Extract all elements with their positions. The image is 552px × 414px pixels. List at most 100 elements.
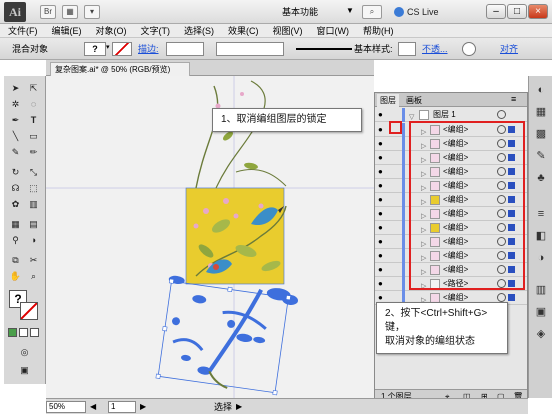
symbols-icon[interactable]: ♣ — [533, 170, 549, 186]
prev-artboard-icon[interactable]: ◀ — [90, 401, 96, 413]
lock-icon[interactable] — [390, 278, 400, 290]
blend-icon[interactable]: ◑ — [25, 232, 42, 248]
arrange-documents-icon[interactable]: ▦ — [62, 5, 78, 19]
lock-icon[interactable] — [390, 222, 400, 234]
workspace-switcher[interactable]: 基本功能 — [282, 5, 346, 19]
eye-icon[interactable]: ● — [378, 223, 387, 232]
warp-icon[interactable]: ☊ — [7, 180, 24, 196]
screen-mode-icon[interactable]: ▣ — [16, 362, 33, 378]
eye-icon[interactable]: ● — [378, 279, 387, 288]
eye-icon[interactable]: ● — [378, 167, 387, 176]
color-mode-icon[interactable] — [8, 328, 17, 337]
maximize-button[interactable]: □ — [507, 4, 527, 19]
menu-edit[interactable]: 编辑(E) — [52, 24, 82, 38]
stroke-panel-icon[interactable]: ≡ — [533, 206, 549, 222]
opacity-link[interactable]: 不透... — [422, 42, 448, 56]
menu-effect[interactable]: 效果(C) — [228, 24, 259, 38]
eye-icon[interactable]: ● — [378, 293, 387, 302]
eye-icon[interactable]: ● — [378, 195, 387, 204]
none-mode-icon[interactable] — [30, 328, 39, 337]
lock-icon[interactable] — [390, 208, 400, 220]
stroke-link[interactable]: 描边: — [138, 42, 159, 56]
brushes-icon[interactable]: ✎ — [533, 148, 549, 164]
eye-icon[interactable]: ● — [378, 125, 387, 134]
eye-icon[interactable]: ● — [378, 265, 387, 274]
tab-artboards[interactable]: 画板 — [403, 94, 425, 107]
pencil-icon[interactable]: ✏ — [25, 144, 42, 160]
artboard-icon[interactable]: ⧉ — [7, 252, 24, 268]
line-tool-icon[interactable]: ╲ — [7, 128, 24, 144]
stroke-color-icon[interactable] — [20, 302, 38, 320]
menu-file[interactable]: 文件(F) — [8, 24, 38, 38]
lock-icon[interactable] — [390, 194, 400, 206]
recolor-icon[interactable] — [462, 42, 476, 56]
menu-select[interactable]: 选择(S) — [184, 24, 214, 38]
eye-icon[interactable]: ● — [378, 209, 387, 218]
free-transform-icon[interactable]: ⬚ — [25, 180, 42, 196]
status-menu-icon[interactable]: ▶ — [236, 402, 242, 411]
selection-tool-icon[interactable]: ➤ — [7, 80, 24, 96]
layer-name[interactable]: 图层 1 — [433, 108, 456, 121]
bridge-icon[interactable]: Br — [40, 5, 56, 19]
lock-icon[interactable] — [390, 166, 400, 178]
swatches-icon[interactable]: ▩ — [533, 126, 549, 142]
status-mode[interactable]: 选择 — [214, 401, 232, 413]
menu-help[interactable]: 帮助(H) — [363, 24, 394, 38]
lock-icon[interactable] — [390, 250, 400, 262]
search-help-icon[interactable]: ⌕ — [362, 5, 382, 19]
eyedropper-icon[interactable]: ⚲ — [7, 232, 24, 248]
align-link[interactable]: 对齐 — [500, 42, 518, 56]
symbol-sprayer-icon[interactable]: ✿ — [7, 196, 24, 212]
menu-object[interactable]: 对象(O) — [96, 24, 127, 38]
transparency-icon[interactable]: ◑ — [533, 250, 549, 266]
eye-icon[interactable]: ● — [378, 237, 387, 246]
document-tab[interactable]: 复杂图案.ai* @ 50% (RGB/预览) — [50, 62, 190, 76]
eye-icon[interactable]: ● — [378, 110, 387, 119]
rectangle-tool-icon[interactable]: ▭ — [25, 128, 42, 144]
graphic-style-swatch[interactable] — [398, 42, 416, 56]
next-artboard-icon[interactable]: ▶ — [140, 401, 146, 413]
pen-tool-icon[interactable]: ✒ — [7, 112, 24, 128]
draw-mode-icon[interactable]: ◎ — [16, 344, 33, 360]
layers-panel-icon[interactable]: ◈ — [533, 326, 549, 342]
color-guide-icon[interactable]: ▦ — [533, 104, 549, 120]
magic-wand-icon[interactable]: ✲ — [7, 96, 24, 112]
graphic-styles-icon[interactable]: ▣ — [533, 304, 549, 320]
menu-window[interactable]: 窗口(W) — [317, 24, 350, 38]
hand-icon[interactable]: ✋ — [7, 268, 24, 284]
target-icon[interactable] — [497, 293, 506, 302]
lasso-icon[interactable]: ◌ — [25, 96, 42, 112]
eye-icon[interactable]: ● — [378, 181, 387, 190]
color-panel-icon[interactable]: ◐ — [533, 82, 549, 98]
tab-layers[interactable]: 图层 — [377, 94, 399, 107]
layer-row-top[interactable]: ● ▽ 图层 1 — [375, 108, 527, 122]
mesh-icon[interactable]: ▦ — [7, 216, 24, 232]
gradient-icon[interactable]: ▤ — [25, 216, 42, 232]
lock-icon[interactable] — [390, 264, 400, 276]
graph-icon[interactable]: ▥ — [25, 196, 42, 212]
appearance-icon[interactable]: ▥ — [533, 282, 549, 298]
chevron-down-icon[interactable]: ▼ — [346, 6, 354, 15]
panel-menu-icon[interactable]: ≡ — [511, 94, 516, 104]
type-tool-icon[interactable]: T — [25, 112, 42, 128]
gradient-mode-icon[interactable] — [19, 328, 28, 337]
artboard-number-field[interactable]: 1 — [108, 401, 136, 413]
target-icon[interactable] — [497, 110, 506, 119]
lock-icon[interactable] — [390, 180, 400, 192]
stroke-weight-field[interactable] — [166, 42, 204, 56]
zoom-icon[interactable]: ⌕ — [25, 268, 42, 284]
minimize-button[interactable]: – — [486, 4, 506, 19]
lock-icon[interactable] — [390, 138, 400, 150]
menu-view[interactable]: 视图(V) — [273, 24, 303, 38]
variable-width-field[interactable] — [216, 42, 284, 56]
artboard-canvas[interactable]: 1、取消编组图层的锁定 — [46, 76, 374, 398]
eye-icon[interactable]: ● — [378, 251, 387, 260]
direct-selection-tool-icon[interactable]: ⇱ — [25, 80, 42, 96]
stroke-swatch[interactable] — [112, 42, 132, 56]
paintbrush-icon[interactable]: ✎ — [7, 144, 24, 160]
scale-icon[interactable]: ⤡ — [25, 164, 42, 180]
close-button[interactable]: × — [528, 4, 548, 19]
menu-type[interactable]: 文字(T) — [141, 24, 171, 38]
slice-icon[interactable]: ✂ — [25, 252, 42, 268]
lock-icon[interactable] — [390, 236, 400, 248]
